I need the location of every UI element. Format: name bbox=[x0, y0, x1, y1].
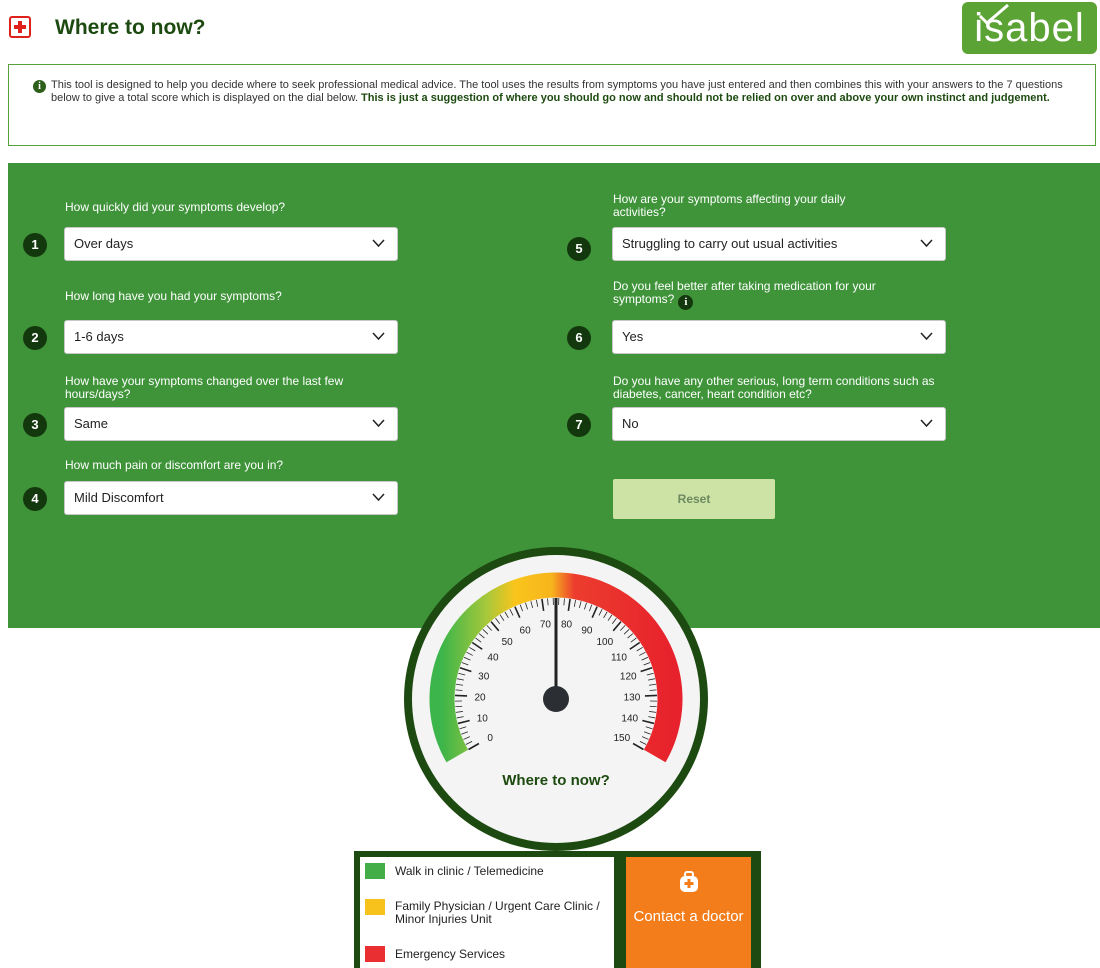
gauge-tick-label: 20 bbox=[474, 692, 486, 703]
chevron-down-icon bbox=[920, 419, 933, 428]
info-icon[interactable]: i bbox=[678, 295, 694, 310]
question-6-number: 6 bbox=[567, 326, 591, 350]
question-4-value: Mild Discomfort bbox=[74, 490, 164, 505]
question-6-value: Yes bbox=[622, 329, 644, 344]
question-7-label: Do you have any other serious, long term… bbox=[613, 374, 935, 401]
medical-cross-icon bbox=[9, 16, 31, 38]
gauge-label: Where to now? bbox=[502, 772, 610, 789]
question-3-number: 3 bbox=[23, 413, 47, 437]
question-1-value: Over days bbox=[74, 236, 134, 251]
question-5-select[interactable]: Struggling to carry out usual activities bbox=[612, 227, 946, 261]
gauge-tick-label: 10 bbox=[477, 713, 489, 724]
legend-label: Walk in clinic / Telemedicine bbox=[395, 864, 544, 878]
chevron-down-icon bbox=[372, 239, 385, 248]
page-title: Where to now? bbox=[55, 16, 206, 39]
legend-swatch-yellow bbox=[365, 899, 385, 915]
question-2-select[interactable]: 1-6 days bbox=[64, 320, 398, 354]
info-box: This tool is designed to help you decide… bbox=[8, 64, 1096, 146]
chevron-down-icon bbox=[372, 332, 385, 341]
info-disclaimer: This is just a suggestion of where you s… bbox=[361, 92, 1050, 104]
question-3-label: How have your symptoms changed over the … bbox=[65, 374, 344, 401]
gauge-tick-label: 30 bbox=[478, 672, 490, 683]
question-4-number: 4 bbox=[23, 487, 47, 511]
gauge-tick-label: 130 bbox=[624, 692, 641, 703]
question-6-select[interactable]: Yes bbox=[612, 320, 946, 354]
gauge-tick-label: 110 bbox=[611, 653, 627, 664]
question-4-label: How much pain or discomfort are you in? bbox=[65, 458, 284, 472]
question-7-value: No bbox=[622, 416, 639, 431]
question-6-label-text: Do you feel better after taking medicati… bbox=[613, 279, 876, 306]
question-5-label: How are your symptoms affecting your dai… bbox=[613, 192, 846, 219]
gauge-tick-label: 80 bbox=[561, 620, 573, 631]
chevron-down-icon bbox=[920, 332, 933, 341]
legend-label: Family Physician / Urgent Care Clinic / … bbox=[395, 899, 600, 926]
question-3-select[interactable]: Same bbox=[64, 407, 398, 441]
reset-button[interactable]: Reset bbox=[613, 479, 775, 519]
contact-doctor-button[interactable]: Contact a doctor bbox=[626, 857, 751, 968]
question-1-label: How quickly did your symptoms develop? bbox=[65, 200, 286, 214]
gauge-tick-label: 100 bbox=[597, 637, 614, 648]
question-4-select[interactable]: Mild Discomfort bbox=[64, 481, 398, 515]
checkmark-icon bbox=[978, 3, 1009, 26]
question-7-select[interactable]: No bbox=[612, 407, 946, 441]
gauge-tick-label: 50 bbox=[502, 637, 514, 648]
gauge-tick-label: 140 bbox=[621, 713, 638, 724]
question-1-select[interactable]: Over days bbox=[64, 227, 398, 261]
gauge-tick-label: 150 bbox=[613, 733, 630, 744]
question-7-number: 7 bbox=[567, 413, 591, 437]
header: Where to now? isabel bbox=[0, 0, 1100, 56]
gauge-needle-hub bbox=[543, 686, 569, 712]
chevron-down-icon bbox=[372, 419, 385, 428]
info-icon: i bbox=[33, 80, 46, 93]
legend-label: Emergency Services bbox=[395, 947, 506, 961]
gauge-tick-label: 60 bbox=[520, 626, 532, 637]
legend-swatch-green bbox=[365, 863, 385, 879]
question-2-number: 2 bbox=[23, 326, 47, 350]
isabel-logo: isabel bbox=[962, 2, 1097, 54]
chevron-down-icon bbox=[920, 239, 933, 248]
question-1-number: 1 bbox=[23, 233, 47, 257]
gauge-minor-tick bbox=[649, 705, 657, 708]
legend-swatch-red bbox=[365, 946, 385, 962]
question-2-label: How long have you had your symptoms? bbox=[65, 289, 282, 303]
contact-doctor-label: Contact a doctor bbox=[633, 908, 744, 925]
question-5-value: Struggling to carry out usual activities bbox=[622, 236, 838, 251]
question-3-value: Same bbox=[74, 416, 108, 431]
doctor-bag-icon bbox=[680, 871, 698, 892]
gauge-tick-label: 90 bbox=[581, 626, 593, 637]
chevron-down-icon bbox=[372, 493, 385, 502]
question-6-label: Do you feel better after taking medicati… bbox=[613, 280, 913, 310]
gauge-minor-tick bbox=[455, 705, 463, 708]
question-5-number: 5 bbox=[567, 237, 591, 261]
legend: Walk in clinic / Telemedicine Family Phy… bbox=[360, 857, 614, 968]
question-2-value: 1-6 days bbox=[74, 329, 124, 344]
gauge-tick-label: 0 bbox=[487, 733, 493, 744]
gauge-tick-label: 40 bbox=[487, 653, 499, 664]
gauge-tick-label: 70 bbox=[540, 620, 552, 631]
gauge-tick-label: 120 bbox=[620, 672, 637, 683]
